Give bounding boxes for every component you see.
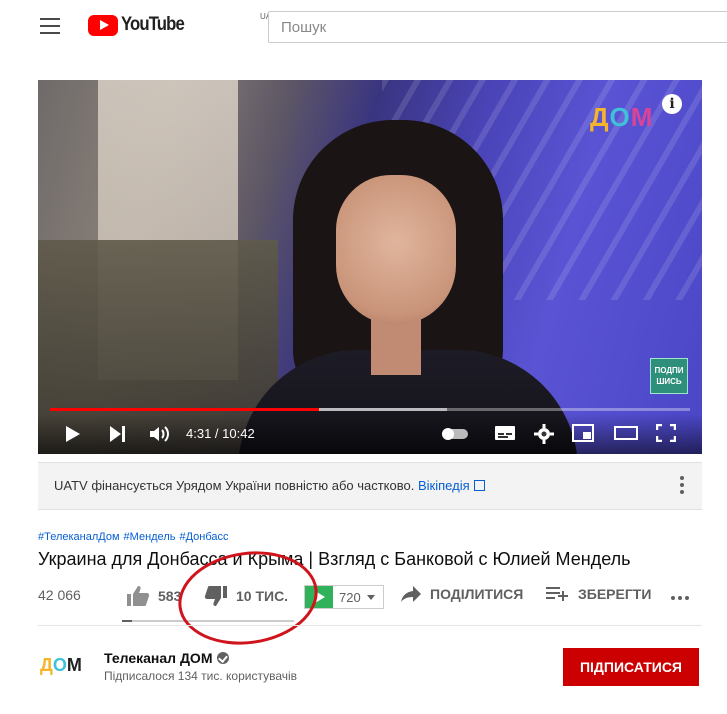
volume-icon[interactable] (148, 424, 172, 444)
subtitles-icon[interactable] (494, 424, 516, 442)
avatar-letter-o: O (52, 655, 67, 675)
video-title: Украина для Донбасса и Крыма | Взгляд с … (38, 549, 631, 569)
youtube-play-icon (88, 14, 118, 36)
thumbs-up-icon (127, 586, 150, 606)
wikipedia-link-label: Вікіпедія (417, 478, 470, 493)
fullscreen-icon[interactable] (655, 423, 678, 443)
hamburger-menu-icon[interactable] (40, 18, 60, 34)
time-display: 4:31 / 10:42 (186, 426, 255, 441)
progress-bar[interactable] (50, 408, 690, 411)
next-icon[interactable] (110, 426, 126, 442)
share-icon (401, 586, 421, 602)
player-controls: 4:31 / 10:42 (38, 414, 702, 454)
badge-line-1: ПОДПИ (654, 366, 684, 375)
channel-watermark-logo: ДOM (590, 102, 653, 133)
subscribe-watermark-badge[interactable]: ПОДПИ ШИСЬ (650, 358, 688, 394)
masthead: YouTube UA (0, 0, 727, 52)
extension-dropdown[interactable]: 720 (304, 585, 384, 609)
theater-icon[interactable] (614, 424, 638, 442)
subscribe-button[interactable]: ПІДПИСАТИСЯ (563, 648, 699, 686)
more-actions-icon[interactable] (671, 596, 692, 600)
save-label: ЗБЕРЕГТИ (578, 586, 652, 602)
channel-name-link[interactable]: Телеканал ДОМ (104, 650, 230, 666)
youtube-logo[interactable]: YouTube UA (88, 12, 271, 36)
miniplayer-icon[interactable] (572, 424, 594, 442)
avatar-letter-d: Д (40, 655, 53, 675)
logo-letter-d: Д (590, 102, 610, 132)
channel-name: Телеканал ДОМ (104, 650, 213, 666)
autoplay-toggle-icon[interactable] (442, 428, 468, 440)
logo-text: YouTube (121, 14, 185, 35)
sentiment-like-portion (122, 620, 133, 622)
save-button[interactable]: ЗБЕРЕГТИ (546, 585, 651, 603)
presenter-face (336, 175, 456, 325)
like-count: 583 (158, 588, 182, 604)
extension-play-icon (305, 586, 333, 608)
extension-value: 720 (339, 589, 361, 605)
hashtag-link[interactable]: #Мендель (124, 531, 176, 543)
sentiment-bar (122, 620, 294, 622)
search-box[interactable] (268, 11, 727, 43)
share-label: ПОДІЛИТИСЯ (430, 586, 524, 602)
info-panel: UATV фінансується Урядом України повніст… (38, 462, 702, 510)
view-count: 42 066 (38, 587, 81, 603)
external-link-icon (473, 480, 485, 491)
verified-check-icon (217, 652, 230, 664)
dislike-button[interactable]: 10 ТИС. (204, 585, 288, 607)
logo-letter-o: O (609, 102, 631, 132)
search-input[interactable] (269, 12, 727, 42)
like-button[interactable]: 583 (126, 585, 181, 607)
more-options-icon[interactable] (680, 476, 684, 496)
add-to-playlist-icon (546, 587, 568, 601)
hashtags: #ТелеканалДом #Мендель #Донбасс (38, 531, 233, 543)
dislike-count: 10 ТИС. (236, 588, 289, 604)
progress-played (50, 408, 319, 411)
info-panel-text: UATV фінансується Урядом України повніст… (54, 478, 485, 493)
divider (38, 625, 702, 626)
thumbs-down-icon (204, 586, 227, 606)
hashtag-link[interactable]: #ТелеканалДом (38, 531, 120, 543)
channel-avatar[interactable]: ДOM (40, 655, 82, 676)
video-player[interactable]: ДOM i ПОДПИ ШИСЬ 4:31 / 10:42 (38, 80, 702, 454)
avatar-letter-m: M (66, 655, 82, 675)
chevron-down-icon (366, 594, 375, 600)
play-icon[interactable] (66, 426, 80, 442)
share-button[interactable]: ПОДІЛИТИСЯ (400, 585, 523, 603)
settings-icon[interactable] (534, 424, 556, 444)
badge-line-2: ШИСЬ (656, 377, 682, 386)
logo-letter-m: M (630, 102, 654, 132)
info-icon[interactable]: i (662, 94, 682, 114)
funding-notice: UATV фінансується Урядом України повніст… (54, 478, 415, 493)
subscriber-count: Підписалося 134 тис. користувачів (104, 669, 298, 683)
hashtag-link[interactable]: #Донбасс (179, 531, 228, 543)
wikipedia-link[interactable]: Вікіпедія (418, 478, 485, 493)
